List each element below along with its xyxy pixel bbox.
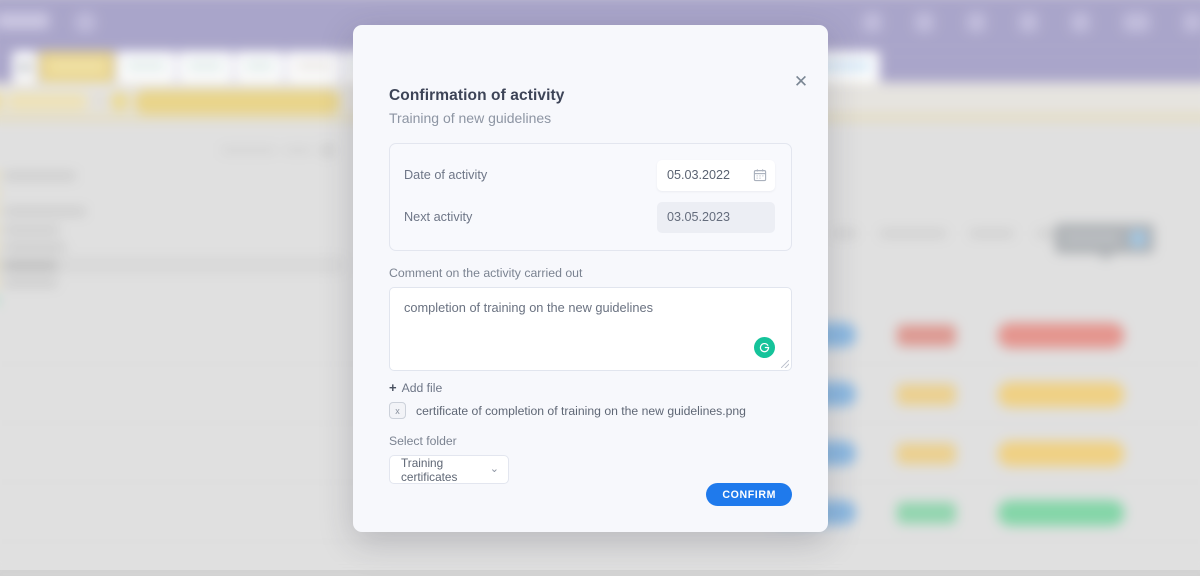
select-folder-label: Select folder [389, 434, 792, 448]
modal-subtitle: Training of new guidelines [389, 110, 792, 126]
add-file-label: Add file [402, 381, 443, 395]
close-icon[interactable]: ✕ [790, 70, 812, 92]
add-file-button[interactable]: + Add file [389, 380, 792, 395]
grammarly-icon[interactable] [754, 337, 775, 358]
date-card: Date of activity 05.03.2022 [389, 143, 792, 251]
comment-label: Comment on the activity carried out [389, 266, 792, 280]
next-activity-value: 03.05.2023 [667, 210, 730, 224]
remove-file-icon[interactable]: x [389, 402, 406, 419]
resize-handle[interactable] [781, 360, 789, 368]
comment-textarea[interactable]: completion of training on the new guidel… [389, 287, 792, 371]
next-activity-label: Next activity [404, 210, 657, 224]
attached-file-row: x certificate of completion of training … [389, 402, 792, 419]
confirm-button[interactable]: CONFIRM [706, 483, 792, 506]
select-folder-value: Training certificates [401, 456, 490, 484]
date-of-activity-value: 05.03.2022 [667, 168, 730, 182]
select-folder-dropdown[interactable]: Training certificates ⌄ [389, 455, 509, 484]
comment-value: completion of training on the new guidel… [404, 300, 777, 315]
attached-file-name: certificate of completion of training on… [416, 404, 746, 418]
page-title: Confirmation of activity [389, 87, 792, 105]
calendar-icon[interactable] [753, 168, 767, 182]
date-of-activity-row: Date of activity 05.03.2022 [404, 156, 775, 194]
confirmation-of-activity-modal: ✕ Confirmation of activity Training of n… [353, 25, 828, 532]
plus-icon: + [389, 380, 397, 395]
date-of-activity-field[interactable]: 05.03.2022 [657, 160, 775, 191]
next-activity-field: 03.05.2023 [657, 202, 775, 233]
date-of-activity-label: Date of activity [404, 168, 657, 182]
chevron-down-icon: ⌄ [490, 464, 499, 475]
next-activity-row: Next activity 03.05.2023 [404, 198, 775, 236]
